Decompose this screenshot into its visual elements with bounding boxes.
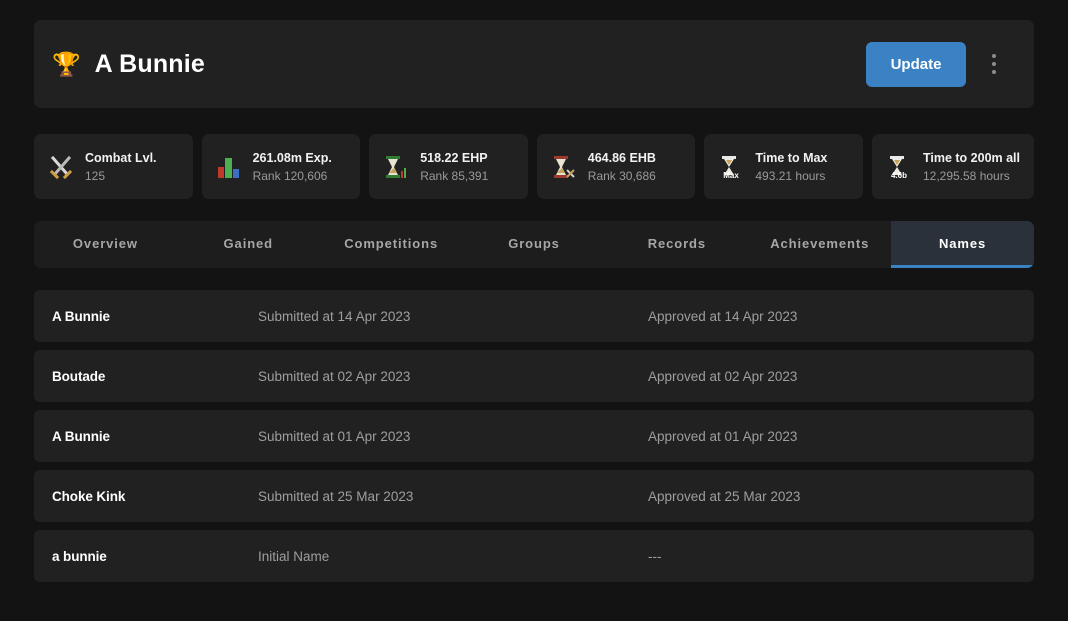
- tab-records[interactable]: Records: [605, 221, 748, 268]
- name-value: A Bunnie: [52, 428, 110, 444]
- hourglass-red-icon: [551, 154, 577, 180]
- stat-card-ehb[interactable]: 464.86 EHB Rank 30,686: [536, 134, 696, 199]
- stat-cards: Combat Lvl. 125 261.08m Exp. Rank 120,60…: [34, 134, 1035, 199]
- page-title: A Bunnie: [94, 49, 206, 78]
- profile-title-group: 🏆 A Bunnie: [52, 50, 866, 79]
- stat-value: 493.21 hours: [755, 168, 826, 183]
- svg-text:Max: Max: [724, 171, 740, 180]
- stat-text: 464.86 EHB Rank 30,686: [588, 149, 682, 185]
- table-row[interactable]: A Bunnie Submitted at 14 Apr 2023 Approv…: [34, 290, 1034, 342]
- hourglass-max-icon: Max: [718, 154, 744, 180]
- update-button[interactable]: Update: [866, 41, 966, 87]
- name-changes-list: A Bunnie Submitted at 14 Apr 2023 Approv…: [34, 290, 1034, 582]
- tab-groups[interactable]: Groups: [463, 221, 606, 268]
- stat-label: 464.86 EHB: [587, 150, 656, 165]
- approved-value: Approved at 25 Mar 2023: [648, 488, 801, 504]
- crossed-swords-icon: [48, 154, 74, 180]
- name-value: A Bunnie: [52, 308, 110, 324]
- stat-value: Rank 120,606: [252, 168, 328, 183]
- tab-gained[interactable]: Gained: [177, 221, 320, 268]
- tab-names[interactable]: Names: [891, 221, 1034, 268]
- stat-label: Time to 200m all: [922, 150, 1021, 165]
- stat-value: Rank 85,391: [420, 168, 489, 183]
- name-value: a bunnie: [52, 548, 107, 564]
- svg-text:4.6b: 4.6b: [891, 171, 907, 180]
- kebab-menu-icon[interactable]: [980, 48, 1008, 80]
- stat-text: Combat Lvl. 125: [85, 149, 179, 185]
- kebab-dot: [992, 70, 996, 74]
- submitted-value: Submitted at 02 Apr 2023: [258, 368, 411, 384]
- profile-tabs: Overview Gained Competitions Groups Reco…: [34, 221, 1034, 268]
- stat-label: Combat Lvl.: [85, 150, 157, 165]
- submitted-value: Submitted at 14 Apr 2023: [258, 308, 411, 324]
- stat-card-experience[interactable]: 261.08m Exp. Rank 120,606: [201, 134, 361, 199]
- table-row[interactable]: Boutade Submitted at 02 Apr 2023 Approve…: [34, 350, 1034, 402]
- stat-label: 261.08m Exp.: [252, 150, 332, 165]
- player-profile-page: 🏆 A Bunnie Update Combat Lvl. 125 261.08…: [0, 0, 1068, 621]
- stat-text: Time to 200m all 12,295.58 hours: [923, 149, 1020, 185]
- profile-header: 🏆 A Bunnie Update: [34, 20, 1034, 108]
- table-row[interactable]: a bunnie Initial Name ---: [34, 530, 1034, 582]
- bar-chart-icon: [216, 154, 242, 180]
- stat-card-time-to-200m-all[interactable]: 4.6b Time to 200m all 12,295.58 hours: [871, 134, 1035, 199]
- submitted-value: Submitted at 01 Apr 2023: [258, 428, 411, 444]
- stat-value: Rank 30,686: [587, 168, 656, 183]
- stat-text: 261.08m Exp. Rank 120,606: [253, 149, 347, 185]
- stat-card-time-to-max[interactable]: Max Time to Max 493.21 hours: [704, 134, 863, 199]
- table-row[interactable]: A Bunnie Submitted at 01 Apr 2023 Approv…: [34, 410, 1034, 462]
- kebab-dot: [992, 62, 996, 66]
- stat-card-ehp[interactable]: 518.22 EHP Rank 85,391: [369, 134, 528, 199]
- hourglass-4-6b-icon: 4.6b: [886, 154, 912, 180]
- approved-value: ---: [648, 548, 662, 564]
- stat-value: 125: [85, 168, 106, 183]
- stat-text: 518.22 EHP Rank 85,391: [420, 149, 514, 185]
- submitted-value: Submitted at 25 Mar 2023: [258, 488, 414, 504]
- tab-competitions[interactable]: Competitions: [320, 221, 463, 268]
- stat-value: 12,295.58 hours: [922, 168, 1010, 183]
- kebab-dot: [992, 54, 996, 58]
- stat-card-combat-level[interactable]: Combat Lvl. 125: [34, 134, 193, 199]
- approved-value: Approved at 02 Apr 2023: [648, 368, 798, 384]
- stat-label: Time to Max: [755, 150, 828, 165]
- tab-achievements[interactable]: Achievements: [748, 221, 891, 268]
- approved-value: Approved at 01 Apr 2023: [648, 428, 798, 444]
- tab-overview[interactable]: Overview: [34, 221, 177, 268]
- name-value: Boutade: [52, 368, 106, 384]
- table-row[interactable]: Choke Kink Submitted at 25 Mar 2023 Appr…: [34, 470, 1034, 522]
- name-value: Choke Kink: [52, 488, 126, 504]
- stat-text: Time to Max 493.21 hours: [755, 149, 849, 185]
- trophy-icon: 🏆: [52, 50, 81, 77]
- stat-label: 518.22 EHP: [420, 150, 488, 165]
- submitted-value: Initial Name: [258, 548, 330, 564]
- hourglass-green-icon: [383, 154, 409, 180]
- approved-value: Approved at 14 Apr 2023: [648, 308, 798, 324]
